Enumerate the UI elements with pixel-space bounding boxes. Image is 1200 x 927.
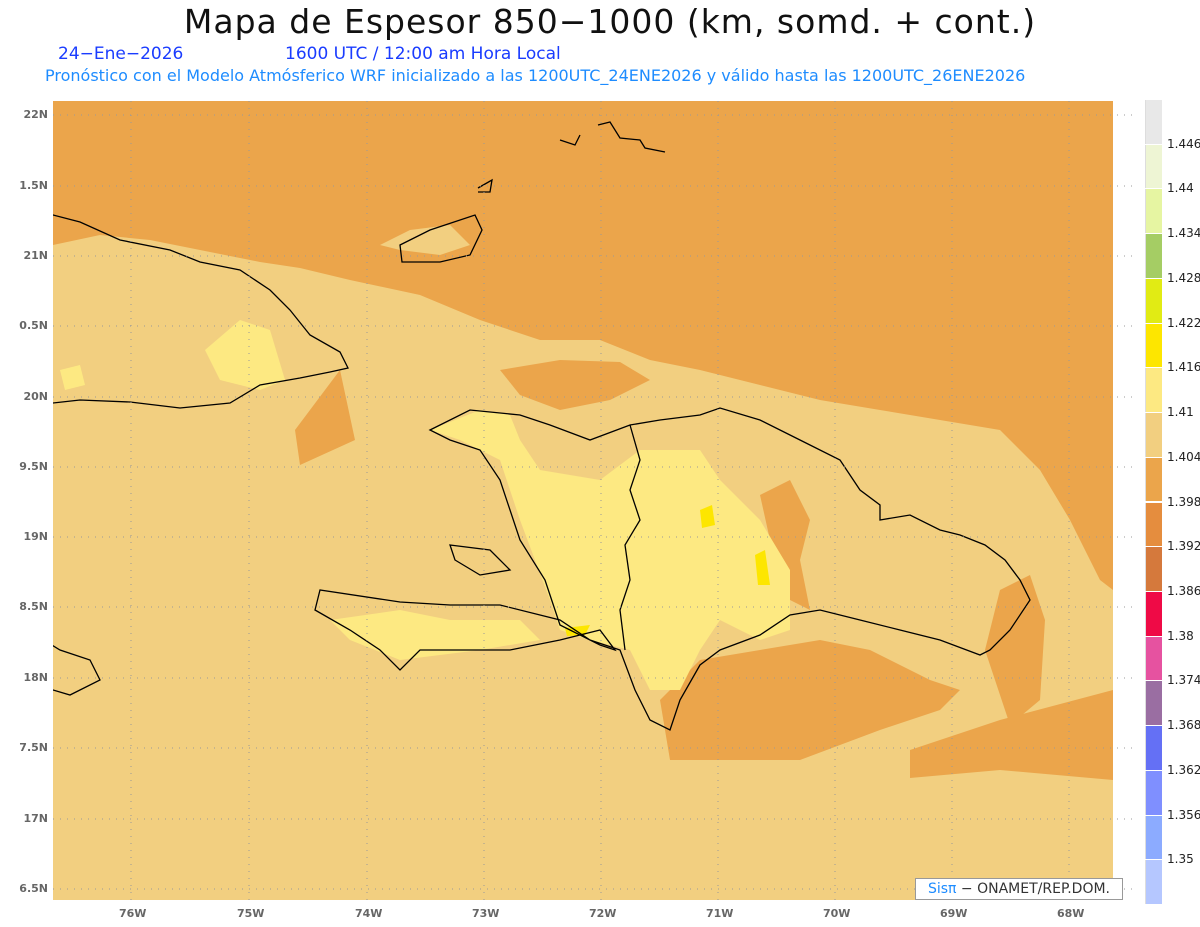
lon-label: 76W	[119, 907, 147, 920]
lon-label: 71W	[706, 907, 734, 920]
lon-label: 73W	[472, 907, 500, 920]
colorbar-bin	[1145, 502, 1162, 547]
colorbar-label: 1.446	[1167, 136, 1200, 151]
colorbar-bin	[1145, 144, 1162, 189]
lon-label: 68W	[1057, 907, 1085, 920]
colorbar-bin	[1145, 323, 1162, 368]
lat-label: 18N	[23, 671, 48, 684]
colorbar-label: 1.41	[1167, 405, 1194, 420]
colorbar-label: 1.44	[1167, 181, 1194, 196]
colorbar-label: 1.374	[1167, 673, 1200, 688]
colorbar-bin	[1145, 547, 1162, 591]
lon-label: 69W	[940, 907, 968, 920]
lat-label: 9.5N	[19, 460, 48, 473]
colorbar-bin	[1145, 726, 1162, 770]
credit-box: Sisπ − ONAMET/REP.DOM.	[915, 878, 1123, 900]
colorbar-label: 1.416	[1167, 360, 1200, 375]
lat-label: 19N	[23, 530, 48, 543]
credit-text: − ONAMET/REP.DOM.	[956, 881, 1110, 897]
colorbar-bin	[1145, 815, 1162, 860]
colorbar-bin	[1145, 681, 1162, 726]
lat-label: 0.5N	[19, 319, 48, 332]
colorbar-label: 1.428	[1167, 270, 1200, 285]
lat-label: 7.5N	[19, 741, 48, 754]
colorbar-label: 1.404	[1167, 449, 1200, 464]
colorbar-bin	[1145, 591, 1162, 636]
lat-label: 22N	[23, 108, 48, 121]
colorbar-bin	[1145, 189, 1162, 234]
colorbar-bin	[1145, 636, 1162, 681]
colorbar-bin	[1145, 100, 1162, 144]
colorbar-label: 1.434	[1167, 226, 1200, 241]
colorbar-bin	[1145, 770, 1162, 815]
colorbar-label: 1.38	[1167, 628, 1194, 643]
lat-label: 8.5N	[19, 600, 48, 613]
colorbar-bin	[1145, 368, 1162, 413]
thickness-map	[53, 101, 1135, 900]
colorbar-label: 1.392	[1167, 539, 1200, 554]
lat-label: 20N	[23, 390, 48, 403]
colorbar-label: 1.398	[1167, 494, 1200, 509]
colorbar-label: 1.356	[1167, 807, 1200, 822]
colorbar-bin	[1145, 457, 1162, 502]
lon-label: 74W	[355, 907, 383, 920]
colorbar-label: 1.386	[1167, 583, 1200, 598]
lat-label: 17N	[23, 812, 48, 825]
colorbar-label: 1.362	[1167, 762, 1200, 777]
lon-label: 75W	[237, 907, 265, 920]
colorbar-bin	[1145, 278, 1162, 323]
lon-label: 72W	[589, 907, 617, 920]
lon-label: 70W	[823, 907, 851, 920]
lat-label: 1.5N	[19, 179, 48, 192]
lat-label: 6.5N	[19, 882, 48, 895]
colorbar-label: 1.35	[1167, 852, 1194, 867]
colorbar-label: 1.422	[1167, 315, 1200, 330]
colorbar-bin	[1145, 234, 1162, 278]
lat-label: 21N	[23, 249, 48, 262]
colorbar-bin	[1145, 860, 1162, 904]
sispi-logo: Sisπ	[927, 881, 957, 897]
colorbar-bin	[1145, 413, 1162, 457]
colorbar-label: 1.368	[1167, 718, 1200, 733]
